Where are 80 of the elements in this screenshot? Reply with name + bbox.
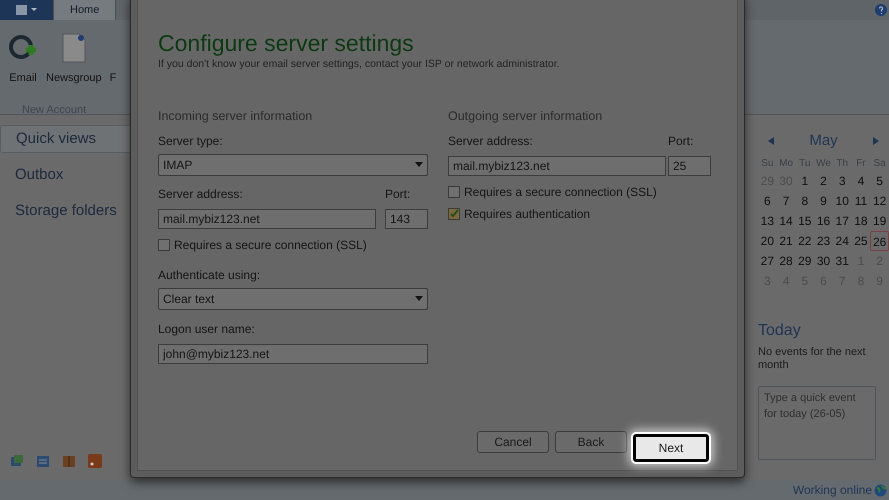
quick-event-field[interactable]: Type a quick event for today (26-05) [758,386,876,460]
previous-month-icon[interactable] [768,137,774,146]
calendar-day[interactable]: 11 [852,190,870,210]
calendar-day[interactable]: 8 [795,190,814,210]
calendar-day[interactable]: 16 [814,210,833,230]
ribbon-button[interactable]: Newsgroup [46,28,102,98]
section-heading: Outgoing server information [448,108,604,125]
field-label: Server address: [158,186,244,202]
checkbox-label: Requires authentication [464,206,590,222]
checkbox[interactable] [158,238,170,250]
field-label: Logon user name: [158,320,256,338]
text-field[interactable]: john@mybiz123.net [158,344,428,364]
calendar-day[interactable]: 3 [832,170,852,190]
ribbon-tab[interactable]: Home [53,0,116,20]
field-label: Port: [668,132,694,150]
ribbon-button[interactable]: F [110,28,116,98]
calendar-day[interactable]: 25 [852,230,870,250]
checkbox-label: Requires a secure connection (SSL) [464,184,657,200]
dialog-button[interactable]: Cancel [477,431,549,453]
app-menu-button[interactable] [0,0,53,20]
dialog-button[interactable]: Next [633,434,709,462]
calendar-day[interactable]: 15 [795,210,814,230]
checkbox[interactable] [448,208,460,220]
dialog-button[interactable]: Back [555,431,627,453]
calendar-day[interactable]: 9 [814,190,833,210]
month-title: May [809,131,838,151]
calendar-day[interactable]: 4 [852,170,870,190]
field-label: Server type: [158,132,224,150]
caret-icon [415,162,423,167]
calendar-day[interactable]: 23 [814,230,833,250]
checkbox-label: Requires a secure connection (SSL) [174,236,367,254]
calendar-day[interactable]: 5 [870,170,889,190]
text-field[interactable]: mail.mybiz123.net [158,208,376,228]
dropdown[interactable]: Clear text [158,288,428,310]
calendar-day[interactable]: 21 [776,230,796,250]
calendar-day[interactable]: 13 [758,210,777,230]
calendar-day[interactable]: 2 [814,170,833,190]
calendar-day[interactable]: 14 [776,210,796,230]
mail-icon[interactable] [10,454,24,468]
calendar-day[interactable]: 7 [776,190,796,210]
dialog-subtitle: If you don't know your email server settings, contact your ISP or network administrator. [158,57,561,72]
calendar-day[interactable]: 29 [795,250,814,270]
calendar-icon[interactable] [36,454,50,468]
calendar-day[interactable]: 1 [795,170,814,190]
calendar-day[interactable]: 12 [870,190,889,210]
today-heading: Today [758,320,802,340]
field-label: Authenticate using: [158,266,262,284]
next-month-icon[interactable] [873,137,879,146]
calendar-day[interactable]: 27 [758,250,777,270]
text-field[interactable]: mail.mybiz123.net [448,156,666,176]
book-icon[interactable] [62,454,76,468]
status-text: Working online [792,482,872,499]
dropdown[interactable]: IMAP [158,154,428,176]
text-field[interactable]: 143 [385,208,428,228]
globe-icon [874,484,887,496]
section-heading: Incoming server information [158,108,314,125]
calendar-day[interactable]: 30 [814,250,833,270]
field-label: Port: [385,186,412,202]
menu-icon [16,5,38,15]
no-events-text: No events for the next month [758,346,867,372]
field-label: Server address: [448,132,534,150]
calendar-day[interactable]: 31 [832,250,852,270]
calendar-day[interactable]: 20 [758,230,777,250]
calendar-day[interactable]: 19 [870,210,889,230]
caret-icon [415,296,423,301]
text-field[interactable]: 25 [668,156,711,176]
document-pin-icon [60,32,87,64]
calendar-day[interactable]: 17 [832,210,852,230]
dialog-title: Configure server settings [158,30,415,56]
calendar-day[interactable]: 6 [758,190,777,210]
help-icon[interactable] [875,4,887,16]
calendar-day[interactable]: 24 [832,230,852,250]
calendar-day[interactable]: 18 [852,210,870,230]
ribbon-button[interactable]: Email [8,28,38,98]
calendar-day[interactable]: 26 [870,230,889,250]
calendar-day[interactable]: 28 [776,250,796,270]
check-icon [450,209,458,218]
calendar-day[interactable]: 10 [832,190,852,210]
calendar-day[interactable]: 22 [795,230,814,250]
checkbox[interactable] [448,186,460,198]
